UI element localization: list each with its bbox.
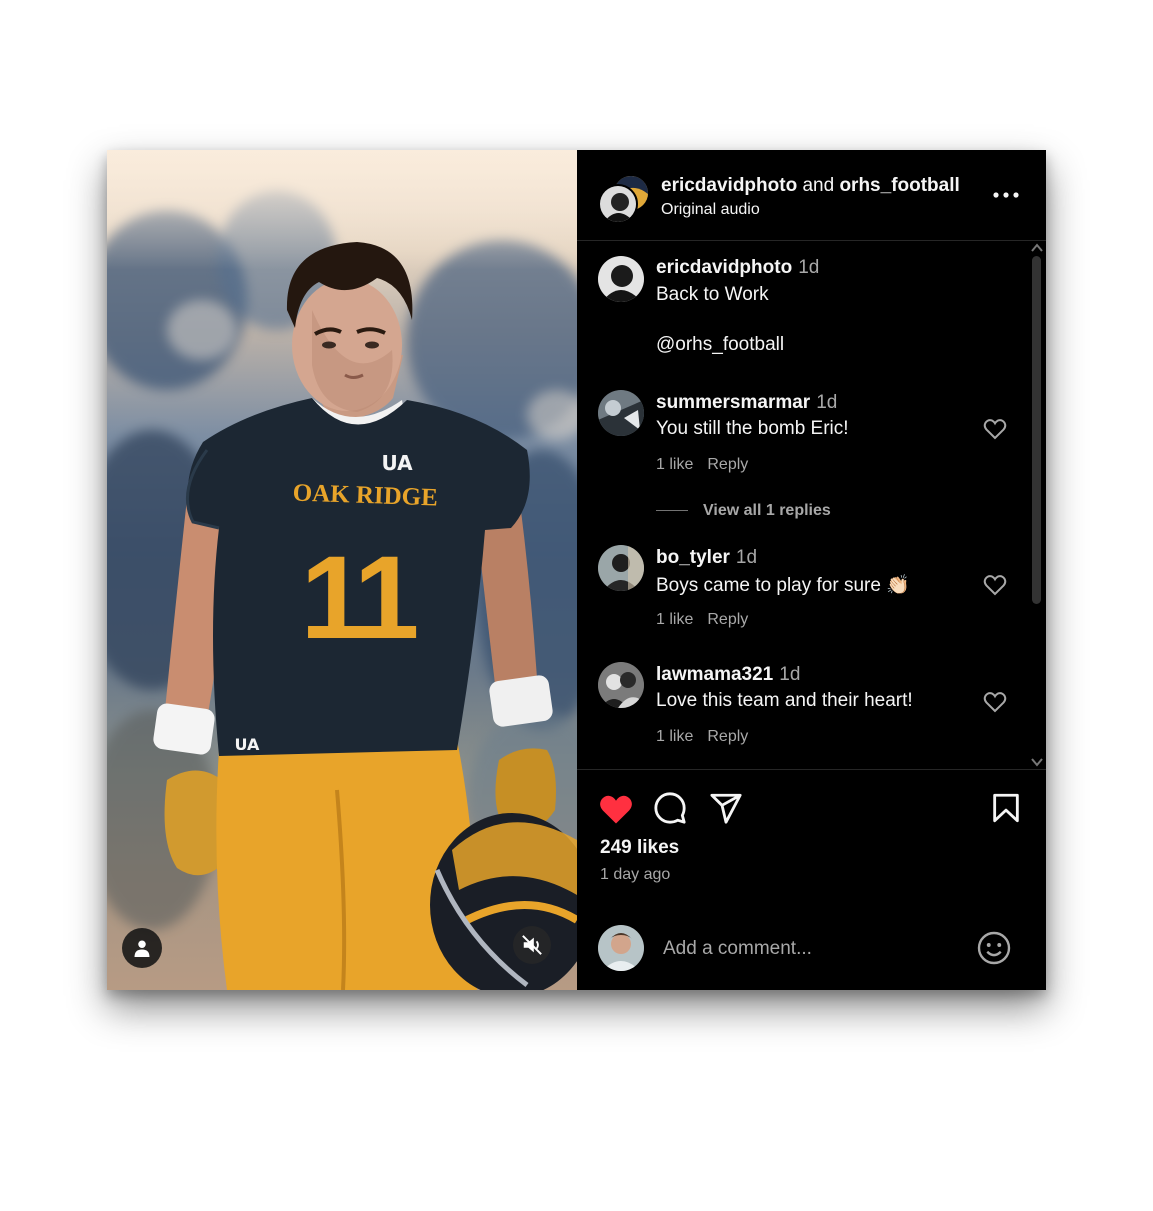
post-media[interactable]: UA UA OAK RIDGE 11 [107, 150, 577, 990]
speaker-muted-icon [522, 935, 542, 955]
comment-username[interactable]: bo_tyler [656, 547, 730, 568]
comment-text: Love this team and their heart! [656, 690, 913, 711]
post-actions: 249 likes 1 day ago [577, 769, 1046, 990]
comment-reply-button[interactable]: Reply [707, 611, 748, 628]
author-avatar[interactable] [598, 184, 638, 224]
svg-text:UA: UA [235, 735, 261, 754]
scroll-down-arrow-icon[interactable] [1031, 757, 1043, 767]
comment-button[interactable] [653, 791, 687, 825]
mute-audio-button[interactable] [513, 926, 551, 964]
post-time[interactable]: 1 day ago [600, 866, 670, 884]
comment-reply-button[interactable]: Reply [707, 456, 748, 473]
comment-like-button[interactable] [983, 417, 1007, 441]
post-modal: UA UA OAK RIDGE 11 ericdavidphoto and or… [107, 150, 1046, 990]
share-button[interactable] [709, 791, 743, 825]
add-comment-input[interactable] [661, 934, 965, 964]
author-joiner: and [802, 175, 835, 196]
comment-username[interactable]: summersmarmar [656, 392, 810, 413]
more-horizontal-icon [993, 192, 1019, 198]
comment-meta: 1 like Reply [656, 728, 762, 746]
commenter-avatar[interactable] [598, 662, 644, 708]
comment-text: Boys came to play for sure 👏🏻 [656, 575, 910, 596]
share-icon [710, 793, 742, 824]
jersey-team-name: OAK RIDGE [292, 479, 438, 511]
comment-icon [654, 792, 686, 824]
commenter-avatar[interactable] [598, 545, 644, 591]
collab-avatars[interactable] [598, 174, 650, 224]
post-author-line: ericdavidphoto and orhs_football [661, 175, 960, 197]
comment-reply-button[interactable]: Reply [707, 728, 748, 745]
emoji-picker-button[interactable] [976, 930, 1012, 966]
commenter-avatar[interactable] [598, 390, 644, 436]
comment-text: You still the bomb Eric! [656, 418, 849, 439]
caption-text-line1: Back to Work [656, 284, 769, 305]
tagged-users-button[interactable] [122, 928, 162, 968]
comment-meta: 1 like Reply [656, 456, 762, 474]
current-user-avatar[interactable] [598, 925, 644, 971]
comments-list[interactable]: ericdavidphoto 1d Back to Work @orhs_foot… [577, 241, 1028, 769]
emoji-icon [977, 931, 1011, 965]
comment-like-button[interactable] [983, 573, 1007, 597]
bookmark-icon [993, 793, 1019, 823]
save-button[interactable] [989, 791, 1023, 825]
comment-like-count[interactable]: 1 like [656, 456, 693, 473]
heart-outline-icon [983, 575, 1007, 596]
scrollbar-thumb[interactable] [1032, 256, 1041, 604]
heart-icon [600, 795, 632, 824]
comment-like-button[interactable] [983, 690, 1007, 714]
person-icon [134, 940, 150, 957]
jersey-number: 11 [301, 532, 417, 664]
caption-username[interactable]: ericdavidphoto [656, 257, 792, 278]
comment-time[interactable]: 1d [736, 547, 757, 568]
comment-like-count[interactable]: 1 like [656, 611, 693, 628]
view-replies-button[interactable]: View all 1 replies [703, 502, 831, 520]
football-player-photo: UA UA OAK RIDGE 11 [153, 242, 577, 990]
like-button[interactable] [597, 791, 635, 825]
replies-divider [656, 510, 688, 511]
comment-like-count[interactable]: 1 like [656, 728, 693, 745]
post-side-panel: ericdavidphoto and orhs_football Origina… [577, 150, 1046, 990]
comment-username[interactable]: lawmama321 [656, 664, 773, 685]
more-options-button[interactable] [989, 183, 1023, 207]
scroll-up-arrow-icon[interactable] [1031, 243, 1043, 253]
post-header: ericdavidphoto and orhs_football Origina… [577, 150, 1046, 241]
collaborator-username-link[interactable]: orhs_football [839, 175, 959, 196]
comment-time[interactable]: 1d [779, 664, 800, 685]
caption-author-avatar[interactable] [598, 256, 644, 302]
author-username-link[interactable]: ericdavidphoto [661, 175, 797, 196]
likes-count[interactable]: 249 likes [600, 837, 679, 859]
caption-mention-link[interactable]: @orhs_football [656, 334, 784, 356]
heart-outline-icon [983, 692, 1007, 713]
heart-outline-icon [983, 419, 1007, 440]
original-audio-link[interactable]: Original audio [661, 201, 760, 219]
caption-time[interactable]: 1d [798, 257, 819, 278]
comment-time[interactable]: 1d [816, 392, 837, 413]
comment-meta: 1 like Reply [656, 611, 762, 629]
svg-text:UA: UA [381, 451, 413, 475]
